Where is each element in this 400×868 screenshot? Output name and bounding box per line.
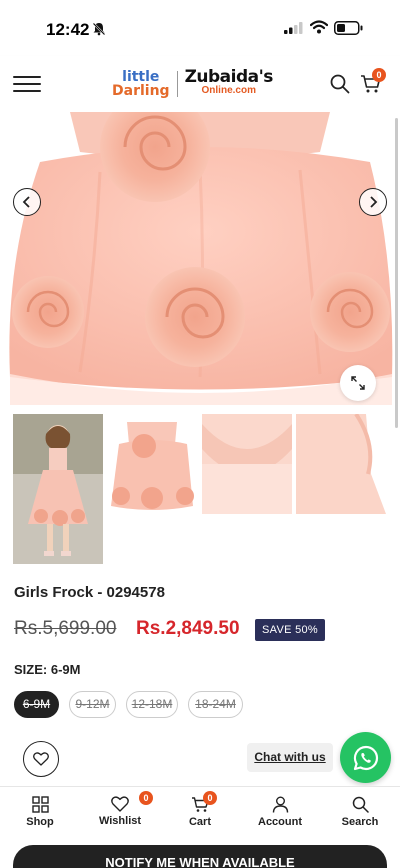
size-option-9-12m[interactable]: 9-12M [69,691,116,718]
chevron-left-icon [22,196,30,208]
site-header: little Darling Zubaida's Online.com 0 [0,56,400,112]
nav-shop[interactable]: Shop [0,787,80,838]
size-option-12-18m[interactable]: 12-18M [126,691,178,718]
cart-count-badge: 0 [203,791,217,805]
wishlist-count-badge: 0 [139,791,153,805]
search-icon[interactable] [330,74,350,94]
save-badge: SAVE 50% [255,619,326,641]
brand-logo[interactable]: little Darling Zubaida's Online.com [112,67,273,101]
size-label: SIZE: 6-9M [14,662,81,677]
chevron-right-icon [370,196,378,208]
status-bar: 12:42 [0,0,400,56]
thumbnail-2[interactable] [107,414,197,564]
nav-search[interactable]: Search [320,787,400,838]
notify-me-button[interactable]: NOTIFY ME WHEN AVAILABLE [13,845,387,868]
search-icon [352,796,369,813]
heart-icon [111,796,129,812]
nav-shop-label: Shop [26,816,54,828]
thumbnail-3[interactable] [202,414,292,564]
size-option-6-9m[interactable]: 6-9M [14,691,59,718]
battery-icon [334,21,363,35]
user-icon [272,796,288,813]
whatsapp-icon [353,745,378,770]
thumbnail-1[interactable] [13,414,103,564]
thumbnail-4[interactable] [296,414,386,564]
sale-price: Rs.2,849.50 [136,618,240,639]
nav-wishlist-label: Wishlist [98,815,142,827]
wifi-icon [310,20,328,34]
nav-account-label: Account [258,816,302,828]
nav-cart[interactable]: 0 Cart [160,787,240,838]
menu-icon[interactable] [13,76,41,92]
chat-with-us-button[interactable]: Chat with us [247,743,333,772]
status-time: 12:42 [46,20,90,39]
cellular-signal-icon [284,22,303,34]
expand-icon [351,376,365,390]
scroll-indicator [395,118,398,428]
nav-search-label: Search [341,816,379,828]
grid-icon [31,796,49,813]
product-main-image[interactable] [0,112,400,405]
nav-cart-label: Cart [188,816,211,828]
header-cart-count-badge: 0 [372,68,386,82]
nav-wishlist[interactable]: 0 Wishlist [80,787,160,838]
header-cart-button[interactable]: 0 [360,68,386,100]
bell-muted-icon [92,22,106,36]
original-price: Rs.5,699.00 [14,618,117,639]
product-title: Girls Frock - 0294578 [14,584,165,601]
whatsapp-button[interactable] [340,732,391,783]
size-option-18-24m[interactable]: 18-24M [188,691,243,718]
add-to-wishlist-button[interactable] [23,741,59,777]
logo-divider [176,71,178,97]
zubaidas-logo: Zubaida's Online.com [184,67,274,97]
dress-illustration [9,112,393,405]
next-image-button[interactable] [359,188,387,216]
little-darling-logo: little Darling [112,69,170,99]
prev-image-button[interactable] [13,188,41,216]
bottom-navigation: Shop 0 Wishlist 0 Cart Account Search [0,786,400,838]
heart-icon [33,752,49,766]
zoom-image-button[interactable] [340,365,376,401]
nav-account[interactable]: Account [240,787,320,838]
